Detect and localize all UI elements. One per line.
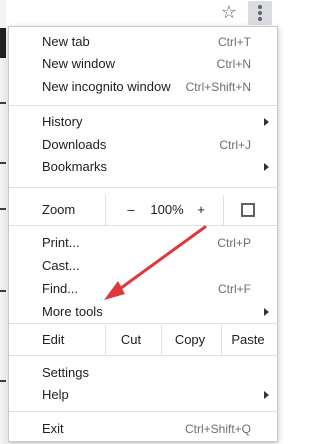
zoom-divider (105, 195, 106, 225)
menu-separator (9, 105, 277, 106)
menu-item-new-window[interactable]: New window Ctrl+N (9, 53, 277, 75)
menu-item-shortcut: Ctrl+J (219, 138, 251, 152)
menu-item-label: Bookmarks (42, 159, 108, 174)
menu-item-shortcut: Ctrl+F (218, 282, 251, 296)
menu-item-more-tools[interactable]: More tools (9, 301, 277, 323)
menu-item-label: Print... (42, 235, 80, 250)
copy-button[interactable]: Copy (165, 325, 215, 355)
menu-item-label: Downloads (42, 137, 107, 152)
background-page-mark (0, 208, 6, 210)
menu-item-print[interactable]: Print... Ctrl+P (9, 232, 277, 254)
menu-item-shortcut: Ctrl+P (217, 236, 251, 250)
edit-divider (221, 325, 222, 355)
menu-item-label: Help (42, 387, 69, 402)
zoom-level: 100% (150, 202, 184, 217)
browser-menu: New tab Ctrl+T New window Ctrl+N New inc… (8, 26, 278, 442)
browser-toolbar: ☆ (0, 0, 282, 26)
menu-item-shortcut: Ctrl+N (216, 57, 251, 71)
zoom-label: Zoom (42, 202, 76, 217)
menu-separator (9, 323, 277, 324)
menu-item-label: New window (42, 56, 115, 71)
menu-separator (9, 225, 277, 226)
menu-item-label: History (42, 114, 83, 129)
menu-item-cast[interactable]: Cast... (9, 255, 277, 277)
submenu-arrow-icon (264, 163, 269, 171)
menu-kebab-icon[interactable] (248, 1, 272, 25)
bookmark-star-icon[interactable]: ☆ (220, 3, 238, 21)
menu-item-label: New incognito window (42, 79, 171, 94)
background-page-mark (0, 102, 6, 104)
submenu-arrow-icon (264, 308, 269, 316)
menu-item-label: Cast... (42, 258, 80, 273)
submenu-arrow-icon (264, 118, 269, 126)
menu-item-shortcut: Ctrl+Shift+N (185, 80, 251, 94)
menu-item-new-tab[interactable]: New tab Ctrl+T (9, 31, 277, 53)
edit-row: Edit Cut Copy Paste (9, 325, 277, 355)
edit-divider (161, 325, 162, 355)
background-page-mark (0, 380, 6, 382)
background-page (0, 0, 6, 444)
menu-item-label: Find... (42, 281, 79, 296)
background-page-mark (0, 162, 6, 164)
zoom-in-button[interactable]: + (195, 195, 207, 225)
menu-item-label: New tab (42, 34, 90, 49)
zoom-out-button[interactable]: – (125, 195, 137, 225)
menu-separator (9, 355, 277, 356)
menu-item-exit[interactable]: Exit Ctrl+Shift+Q (9, 418, 277, 440)
menu-item-help[interactable]: Help (9, 384, 277, 406)
submenu-arrow-icon (264, 391, 269, 399)
background-page-mark (0, 290, 6, 292)
menu-item-label: Exit (42, 421, 64, 436)
menu-item-find[interactable]: Find... Ctrl+F (9, 278, 277, 300)
menu-item-label: Settings (42, 365, 89, 380)
menu-separator (9, 187, 277, 188)
menu-item-label: More tools (42, 304, 103, 319)
cut-button[interactable]: Cut (106, 325, 156, 355)
menu-item-history[interactable]: History (9, 111, 277, 133)
zoom-row: Zoom – 100% + (9, 195, 277, 225)
menu-item-bookmarks[interactable]: Bookmarks (9, 156, 277, 178)
menu-item-new-incognito-window[interactable]: New incognito window Ctrl+Shift+N (9, 76, 277, 98)
zoom-divider (223, 195, 224, 225)
menu-item-shortcut: Ctrl+T (218, 35, 251, 49)
menu-item-settings[interactable]: Settings (9, 362, 277, 384)
menu-separator (9, 411, 277, 412)
fullscreen-icon[interactable] (241, 203, 255, 217)
menu-item-shortcut: Ctrl+Shift+Q (184, 422, 251, 436)
menu-item-downloads[interactable]: Downloads Ctrl+J (9, 134, 277, 156)
paste-button[interactable]: Paste (223, 325, 273, 355)
background-page-dark-block (0, 28, 6, 58)
edit-label: Edit (42, 332, 65, 347)
